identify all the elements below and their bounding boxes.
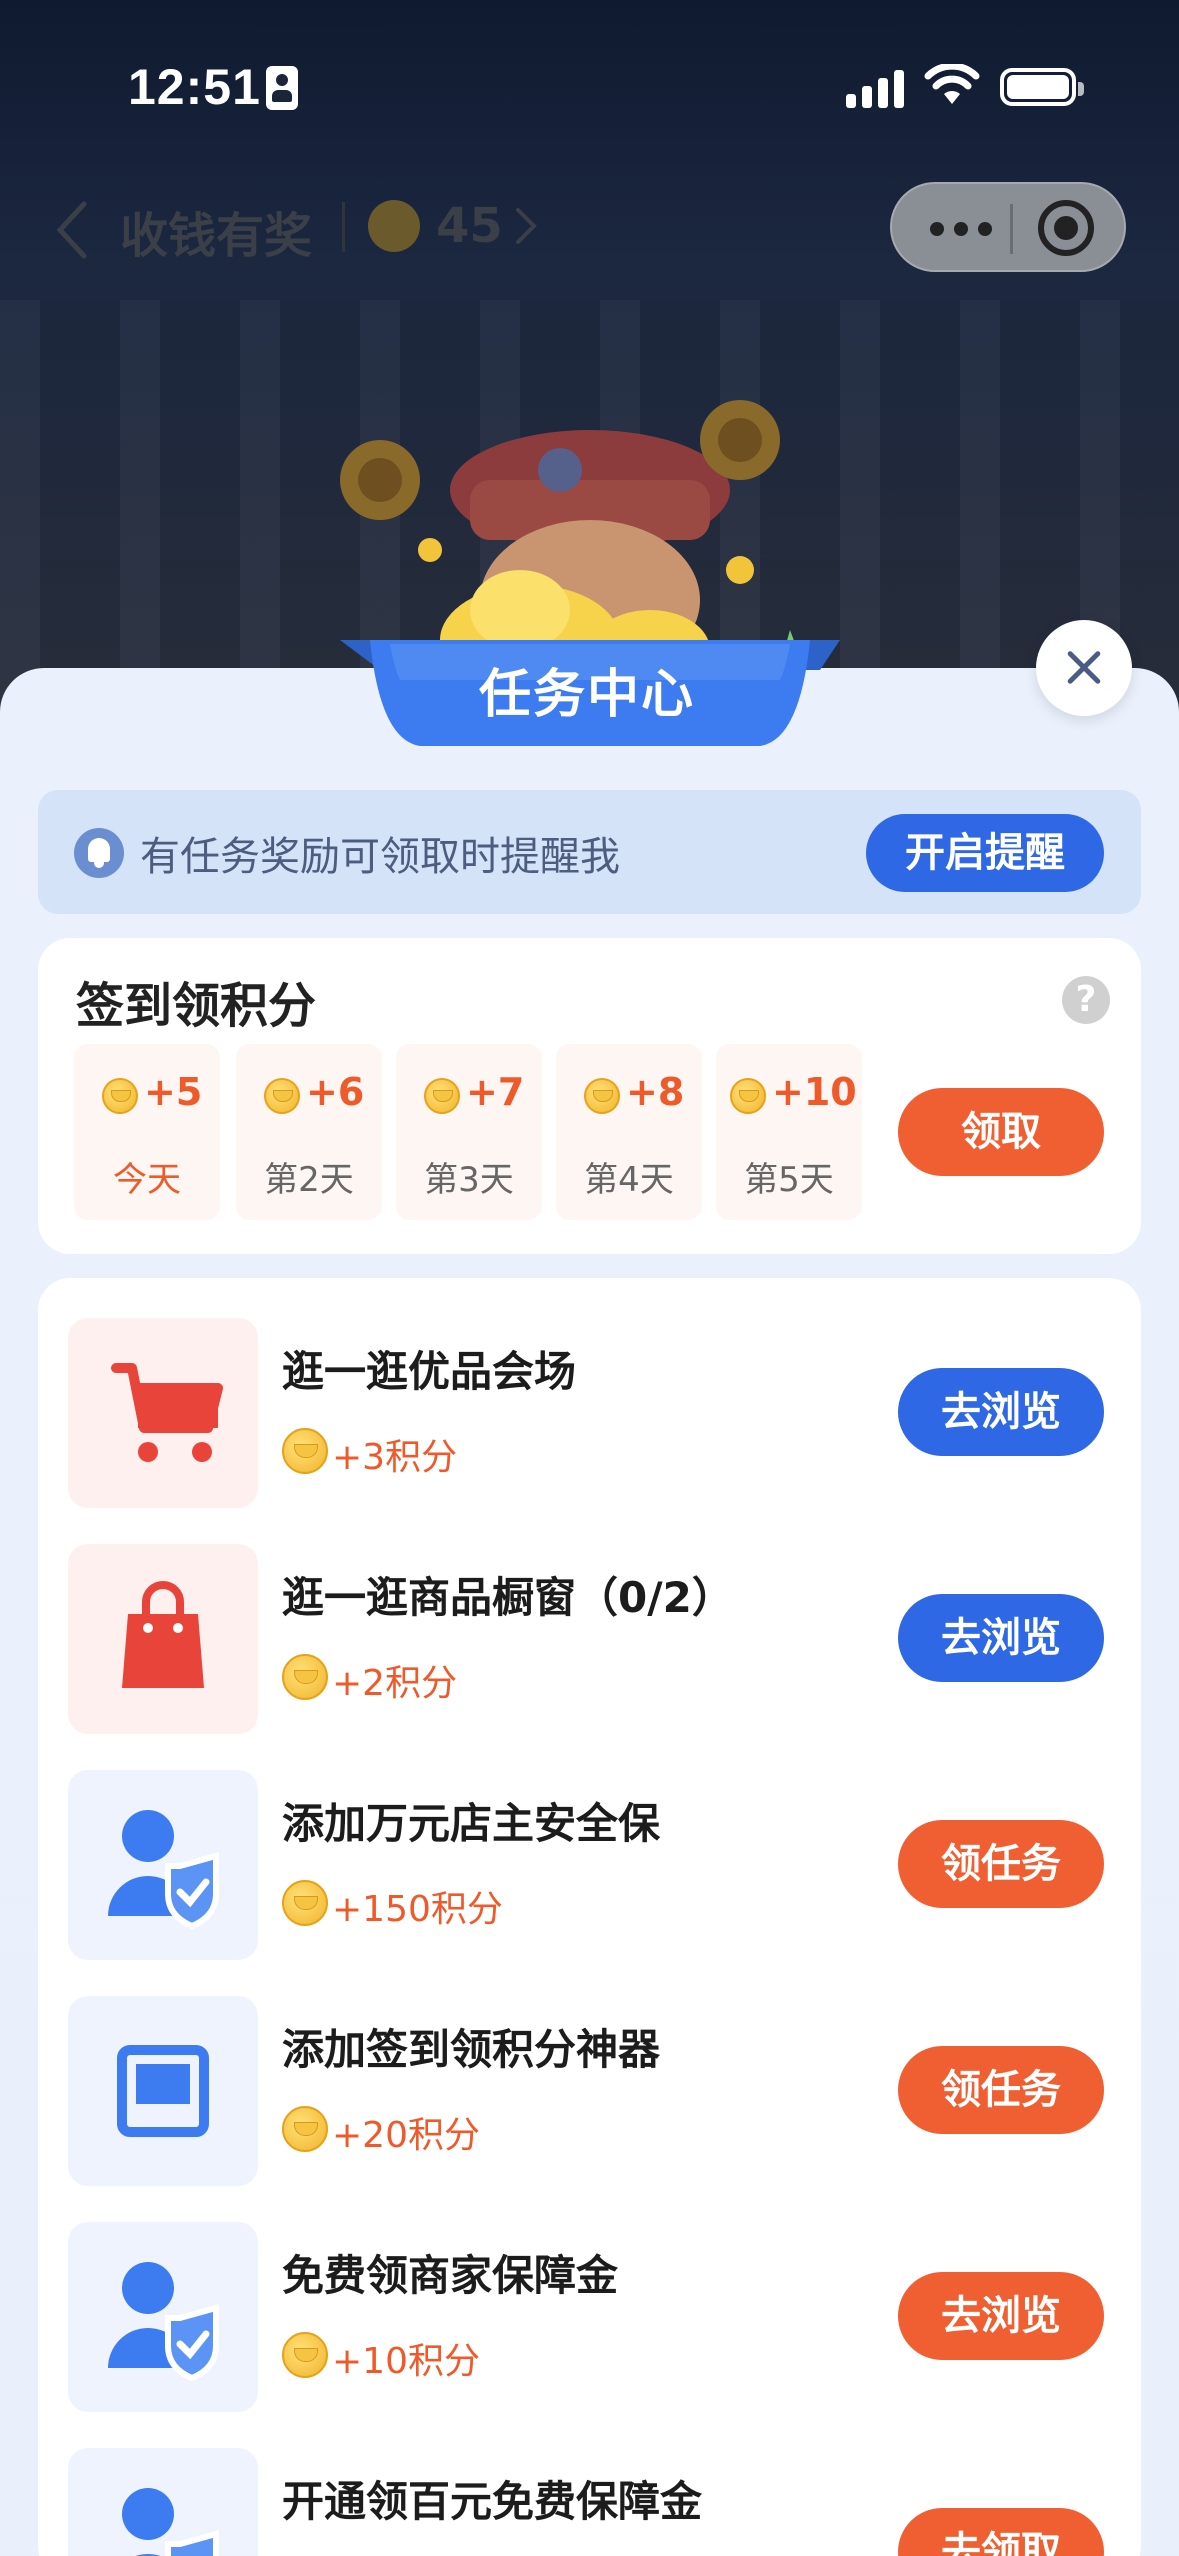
claim-task-button[interactable]: 去领取	[898, 2508, 1104, 2556]
task-item: 开通领百元免费保障金 去领取	[38, 2408, 1141, 2556]
monitor-icon	[117, 2045, 209, 2137]
day-points: +8	[626, 1070, 685, 1114]
task-title: 开通领百元免费保障金	[282, 2477, 703, 2526]
enable-reminder-button[interactable]: 开启提醒	[866, 814, 1104, 892]
status-time: 12:51	[128, 59, 261, 115]
signin-day-2: +6 第2天	[236, 1044, 382, 1220]
task-item: 添加万元店主安全保 +150积分 领任务	[38, 1730, 1141, 1960]
day-label: 今天	[113, 1160, 181, 1200]
task-reward: +20积分	[332, 2115, 480, 2156]
coin-icon	[264, 1078, 300, 1114]
task-title: 添加签到领积分神器	[282, 2025, 661, 2074]
signin-day-5: +10 第5天	[716, 1044, 862, 1220]
task-icon-box	[68, 2222, 258, 2412]
user-shield-icon	[108, 1810, 219, 1930]
more-icon[interactable]	[930, 214, 1004, 238]
shopping-cart-icon	[111, 1363, 223, 1462]
shopping-bag-icon	[122, 1581, 204, 1688]
close-icon[interactable]	[1036, 620, 1132, 716]
task-center-title: 任务中心	[478, 665, 695, 725]
help-icon[interactable]: ?	[1062, 976, 1110, 1024]
browse-button[interactable]: 去浏览	[898, 1368, 1104, 1456]
coin-icon	[584, 1078, 620, 1114]
task-item: 逛一逛商品橱窗（0/2） +2积分 去浏览	[38, 1504, 1141, 1734]
day-points: +5	[144, 1070, 203, 1114]
wifi-icon	[924, 64, 980, 104]
signin-day-1: +5 今天	[74, 1044, 220, 1220]
reminder-bar: 有任务奖励可领取时提醒我 开启提醒	[38, 790, 1141, 914]
close-miniprogram-icon[interactable]	[1038, 200, 1094, 256]
capsule-divider	[1010, 204, 1013, 254]
coin-icon	[102, 1078, 138, 1114]
task-reward: +2积分	[332, 1663, 458, 1704]
task-title: 添加万元店主安全保	[282, 1799, 661, 1848]
browse-button[interactable]: 去浏览	[898, 2272, 1104, 2360]
claim-button[interactable]: 领取	[898, 1088, 1104, 1176]
coin-icon	[282, 1654, 328, 1700]
task-reward: +150积分	[332, 1889, 503, 1930]
task-icon-box	[68, 2448, 258, 2556]
task-icon-box	[68, 1770, 258, 1960]
task-item: 添加签到领积分神器 +20积分 领任务	[38, 1956, 1141, 2186]
task-icon-box	[68, 1544, 258, 1734]
coin-icon	[730, 1078, 766, 1114]
day-label: 第5天	[744, 1160, 834, 1200]
day-points: +6	[306, 1070, 365, 1114]
signin-title: 签到领积分	[76, 978, 317, 1034]
task-item: 免费领商家保障金 +10积分 去浏览	[38, 2182, 1141, 2412]
coin-icon	[368, 200, 420, 252]
reminder-text: 有任务奖励可领取时提醒我	[140, 834, 620, 880]
bell-icon	[74, 828, 124, 878]
task-reward: +10积分	[332, 2341, 480, 2382]
coin-icon	[282, 2332, 328, 2378]
get-task-button[interactable]: 领任务	[898, 1820, 1104, 1908]
cellular-signal-icon	[846, 66, 906, 108]
user-shield-icon	[108, 2262, 219, 2382]
coin-icon	[424, 1078, 460, 1114]
task-title: 逛一逛商品橱窗（0/2）	[282, 1573, 734, 1622]
signin-day-3: +7 第3天	[396, 1044, 542, 1220]
coin-count: 45	[436, 198, 503, 254]
miniprogram-capsule	[890, 182, 1126, 272]
day-points: +10	[772, 1070, 857, 1114]
task-reward: +3积分	[332, 1437, 458, 1478]
day-label: 第4天	[584, 1160, 674, 1200]
coin-icon	[282, 1428, 328, 1474]
task-icon-box	[68, 1318, 258, 1508]
id-card-icon	[266, 66, 298, 110]
nav-divider	[342, 202, 345, 252]
battery-icon	[1000, 68, 1084, 106]
task-item: 逛一逛优品会场 +3积分 去浏览	[38, 1278, 1141, 1508]
get-task-button[interactable]: 领任务	[898, 2046, 1104, 2134]
chevron-right-icon[interactable]	[510, 206, 540, 246]
day-label: 第2天	[264, 1160, 354, 1200]
browse-button[interactable]: 去浏览	[898, 1594, 1104, 1682]
day-points: +7	[466, 1070, 525, 1114]
coin-icon	[282, 1880, 328, 1926]
task-title: 逛一逛优品会场	[282, 1347, 577, 1396]
page-title: 收钱有奖	[120, 210, 313, 263]
task-title: 免费领商家保障金	[282, 2251, 619, 2300]
signin-card: 签到领积分 ? +5 今天 +6 第2天 +7 第3天 +8 第4天 +10 第…	[38, 938, 1141, 1254]
day-label: 第3天	[424, 1160, 514, 1200]
signin-day-4: +8 第4天	[556, 1044, 702, 1220]
user-shield-icon	[122, 2488, 219, 2556]
task-icon-box	[68, 1996, 258, 2186]
coin-icon	[282, 2106, 328, 2152]
task-list: 逛一逛优品会场 +3积分 去浏览 逛一逛商品橱窗（0/2） +2积分 去浏览 添…	[38, 1278, 1141, 2556]
back-arrow-icon[interactable]	[52, 200, 92, 260]
